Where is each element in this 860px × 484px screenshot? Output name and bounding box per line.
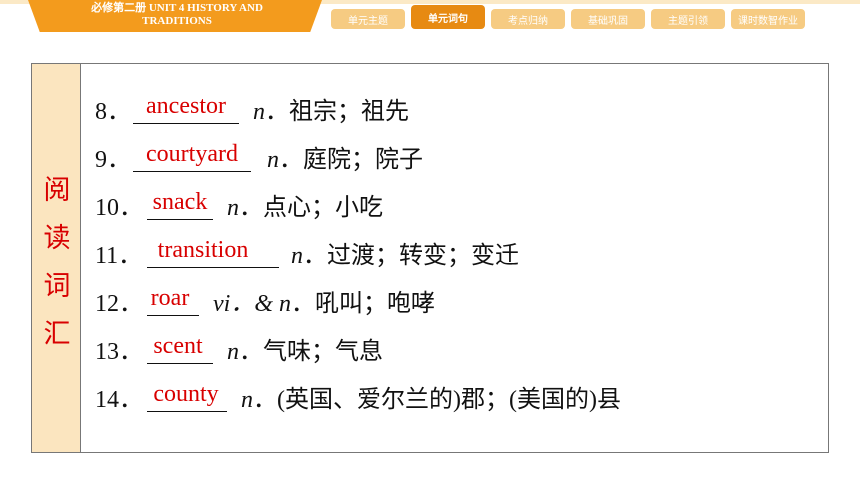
sidebar-char-3: 词: [43, 271, 71, 302]
item-number: 8．: [95, 99, 131, 125]
part-of-speech: n: [227, 339, 239, 365]
vocab-row: 14． county n．(英国、爱尔兰的)郡；(美国的)县: [95, 380, 815, 420]
top-header: 必修第二册 UNIT 4 HISTORY AND TRADITIONS 单元主题…: [0, 0, 860, 34]
part-of-speech: n: [241, 387, 253, 413]
item-number: 14．: [95, 387, 143, 413]
section-sidebar: 阅 读 词 汇: [31, 63, 81, 453]
part-of-speech: n: [267, 147, 279, 173]
part-of-speech: n: [227, 195, 239, 221]
meaning: ．气味；气息: [239, 339, 383, 365]
answer-blank: [147, 219, 213, 220]
answer-text: county: [153, 381, 219, 407]
meaning: ．祖宗；祖先: [265, 99, 409, 125]
definition: n．(英国、爱尔兰的)郡；(美国的)县: [241, 379, 621, 414]
answer-text: courtyard: [146, 141, 238, 167]
answer-text: ancestor: [146, 93, 226, 119]
item-number: 9．: [95, 147, 131, 173]
meaning: ．(英国、爱尔兰的)郡；(美国的)县: [253, 387, 621, 413]
tab-unit-theme[interactable]: 单元主题: [331, 9, 405, 29]
definition: n．点心；小吃: [227, 187, 383, 222]
item-number: 11．: [95, 243, 143, 269]
sidebar-char-2: 读: [43, 223, 71, 254]
tab-theme-guide[interactable]: 主题引领: [651, 9, 725, 29]
vocab-row: 9． courtyard n．庭院；院子: [95, 140, 815, 180]
tab-basic-practice[interactable]: 基础巩固: [571, 9, 645, 29]
part-of-speech: n: [253, 99, 265, 125]
definition: n．庭院；院子: [267, 139, 423, 174]
answer-text: snack: [152, 189, 208, 215]
course-title: 必修第二册 UNIT 4 HISTORY AND TRADITIONS: [52, 2, 302, 28]
tab-key-points[interactable]: 考点归纳: [491, 9, 565, 29]
answer-blank: [147, 315, 199, 316]
definition: n．过渡；转变；变迁: [291, 235, 519, 270]
definition: n．祖宗；祖先: [253, 91, 409, 126]
section-tabs: 单元主题 单元词句 考点归纳 基础巩固 主题引领 课时数智作业: [331, 5, 805, 29]
answer-text: scent: [153, 333, 203, 359]
tab-unit-vocabulary[interactable]: 单元词句: [411, 5, 485, 29]
sidebar-char-4: 汇: [43, 319, 71, 350]
part-of-speech: vi．& n: [213, 291, 291, 317]
vocab-row: 8． ancestor n．祖宗；祖先: [95, 92, 815, 132]
definition: n．气味；气息: [227, 331, 383, 366]
answer-text: transition: [157, 237, 249, 263]
sidebar-char-1: 阅: [43, 175, 71, 206]
definition: vi．& n．吼叫；咆哮: [213, 283, 435, 318]
meaning: ．庭院；院子: [279, 147, 423, 173]
item-number: 13．: [95, 339, 143, 365]
course-title-line1: 必修第二册 UNIT 4 HISTORY AND: [91, 2, 263, 14]
meaning: ．点心；小吃: [239, 195, 383, 221]
meaning: ．过渡；转变；变迁: [303, 243, 519, 269]
answer-blank: [147, 267, 279, 268]
answer-blank: [133, 171, 251, 172]
vocab-row: 11． transition n．过渡；转变；变迁: [95, 236, 815, 276]
part-of-speech: n: [291, 243, 303, 269]
course-title-line2: TRADITIONS: [142, 15, 212, 27]
answer-text: roar: [150, 285, 190, 311]
answer-blank: [133, 123, 239, 124]
item-number: 10．: [95, 195, 143, 221]
tab-homework[interactable]: 课时数智作业: [731, 9, 805, 29]
item-number: 12．: [95, 291, 143, 317]
answer-blank: [147, 363, 213, 364]
vocab-row: 10． snack n．点心；小吃: [95, 188, 815, 228]
vocab-row: 13． scent n．气味；气息: [95, 332, 815, 372]
answer-blank: [147, 411, 227, 412]
meaning: ．吼叫；咆哮: [291, 291, 435, 317]
vocab-row: 12． roar vi．& n．吼叫；咆哮: [95, 284, 815, 324]
